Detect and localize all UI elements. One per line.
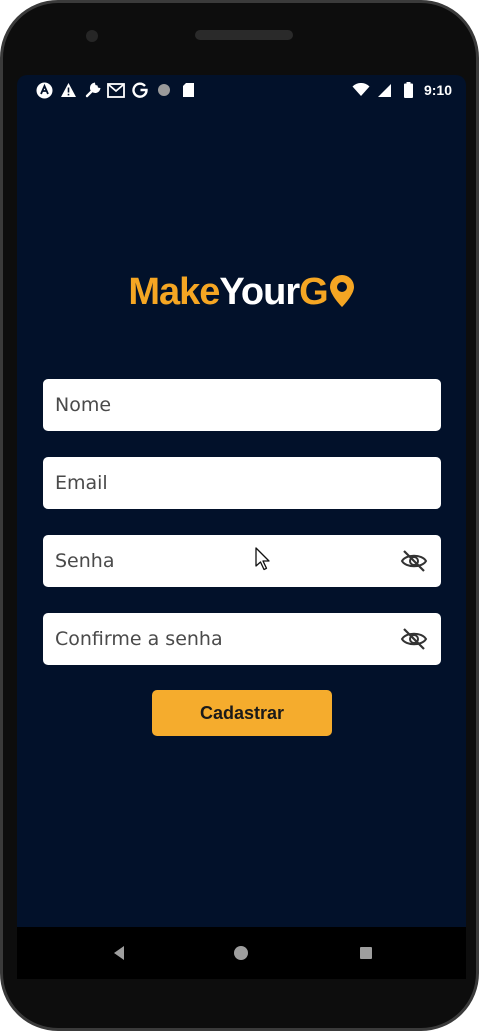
location-pin-icon [329,274,355,318]
gmail-icon [107,81,125,99]
system-status: 9:10 [352,81,452,99]
status-bar: 9:10 [17,75,466,105]
app-screen: 9:10 MakeYourG Cadastrar [17,75,466,927]
app-logo: MakeYourG [17,271,466,318]
mouse-cursor-icon [255,547,271,575]
register-button[interactable]: Cadastrar [152,690,332,736]
password-input[interactable] [55,535,399,587]
accessibility-icon [35,81,53,99]
email-field[interactable] [43,457,441,509]
confirm-password-input[interactable] [55,613,399,665]
eye-off-icon[interactable] [399,624,429,654]
password-field[interactable] [43,535,441,587]
logo-your: Your [219,271,300,313]
recents-icon[interactable] [354,941,378,965]
navigation-bar [17,927,466,979]
back-icon[interactable] [107,941,131,965]
warning-icon [59,81,77,99]
name-input[interactable] [55,379,429,431]
google-icon [131,81,149,99]
confirm-password-field[interactable] [43,613,441,665]
wifi-icon [352,81,370,99]
notification-icons [35,81,197,99]
dot-icon [155,81,173,99]
name-field[interactable] [43,379,441,431]
logo-go: G [299,271,329,313]
phone-frame: 9:10 MakeYourG Cadastrar [0,0,479,1031]
sd-card-icon [179,81,197,99]
home-icon[interactable] [229,941,253,965]
wrench-icon [83,81,101,99]
logo-make: Make [128,271,220,313]
eye-off-icon[interactable] [399,546,429,576]
front-camera [86,30,98,42]
status-time: 9:10 [423,82,452,98]
earpiece-speaker [195,30,293,40]
email-input[interactable] [55,457,429,509]
signal-icon [376,81,394,99]
battery-icon [400,81,418,99]
